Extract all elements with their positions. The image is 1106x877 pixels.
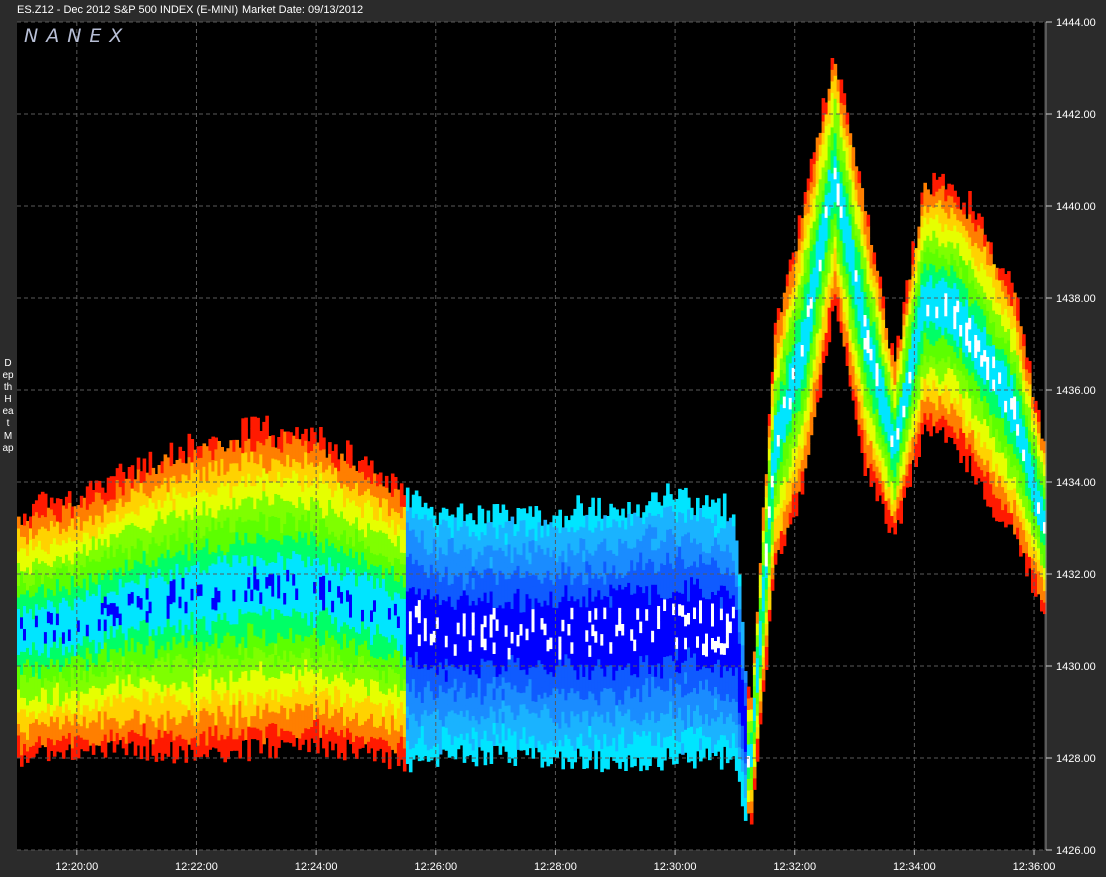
heat-cell <box>381 750 386 763</box>
heat-cell <box>256 417 260 430</box>
heat-cell <box>627 502 631 514</box>
heat-cell <box>417 496 422 509</box>
heat-cell <box>67 491 72 503</box>
heat-cell <box>142 458 147 471</box>
heat-cell <box>304 428 308 441</box>
heat-cell <box>274 746 278 759</box>
heat-cell <box>103 745 108 758</box>
heat-cell <box>486 510 491 523</box>
heat-cell <box>265 415 269 428</box>
heat-cell <box>384 475 389 488</box>
heat-cell <box>349 444 353 457</box>
heat-cell <box>636 504 640 517</box>
heat-cell <box>247 749 251 762</box>
heat-cell <box>435 755 440 767</box>
heat-cell <box>594 757 598 770</box>
heat-cell <box>238 746 242 759</box>
heat-cell <box>408 760 413 773</box>
heat-cell <box>169 442 174 455</box>
heat-cell <box>373 749 377 762</box>
heat-cell <box>271 435 275 448</box>
heat-cell <box>387 757 392 770</box>
heat-cell <box>322 437 326 450</box>
heat-cell <box>181 451 186 463</box>
heat-cell <box>316 741 320 754</box>
heat-cell <box>513 754 518 766</box>
heat-cell <box>624 759 628 771</box>
heat-cell <box>247 737 251 750</box>
heat-cell <box>579 503 583 516</box>
heat-cell <box>20 754 24 767</box>
heat-cell <box>591 497 595 510</box>
heat-cell <box>558 509 562 522</box>
heat-cell <box>528 506 533 519</box>
heat-cell <box>561 757 565 770</box>
depth-heat-map-chart: 1444.001442.001440.001438.001436.001434.… <box>17 17 1096 873</box>
heat-cell <box>184 750 189 763</box>
heat-cell <box>537 510 542 523</box>
heat-cell <box>504 509 509 522</box>
heat-cell <box>295 427 299 439</box>
heat-cell <box>136 457 141 470</box>
heat-cell <box>480 508 485 521</box>
heat-cell <box>43 493 48 506</box>
heat-cell <box>489 752 494 764</box>
heat-cell <box>378 472 383 485</box>
heat-cell <box>573 750 577 763</box>
heat-cell <box>319 427 323 439</box>
heat-cell <box>483 753 488 766</box>
heat-cell <box>393 477 398 489</box>
heat-cell <box>130 465 135 478</box>
heat-cell <box>325 745 329 758</box>
heat-cell <box>459 503 464 516</box>
heat-cell <box>166 744 171 757</box>
heat-cell <box>139 747 144 760</box>
heat-cell <box>531 746 536 759</box>
heat-cell <box>148 451 153 464</box>
heat-cell <box>133 743 138 756</box>
heat-cell <box>244 417 248 430</box>
heat-cell <box>190 439 195 451</box>
heat-cell <box>606 757 610 770</box>
heat-cell <box>268 746 272 759</box>
heat-cell <box>124 743 129 756</box>
heat-cell <box>399 483 404 496</box>
heat-cell <box>597 497 601 510</box>
heat-cell <box>405 487 410 500</box>
heat-cell <box>370 460 374 473</box>
heat-cell <box>145 748 150 761</box>
heat-cell <box>334 444 338 457</box>
heat-cell <box>474 754 479 767</box>
heat-cell <box>307 740 311 753</box>
heat-cell <box>343 748 347 761</box>
